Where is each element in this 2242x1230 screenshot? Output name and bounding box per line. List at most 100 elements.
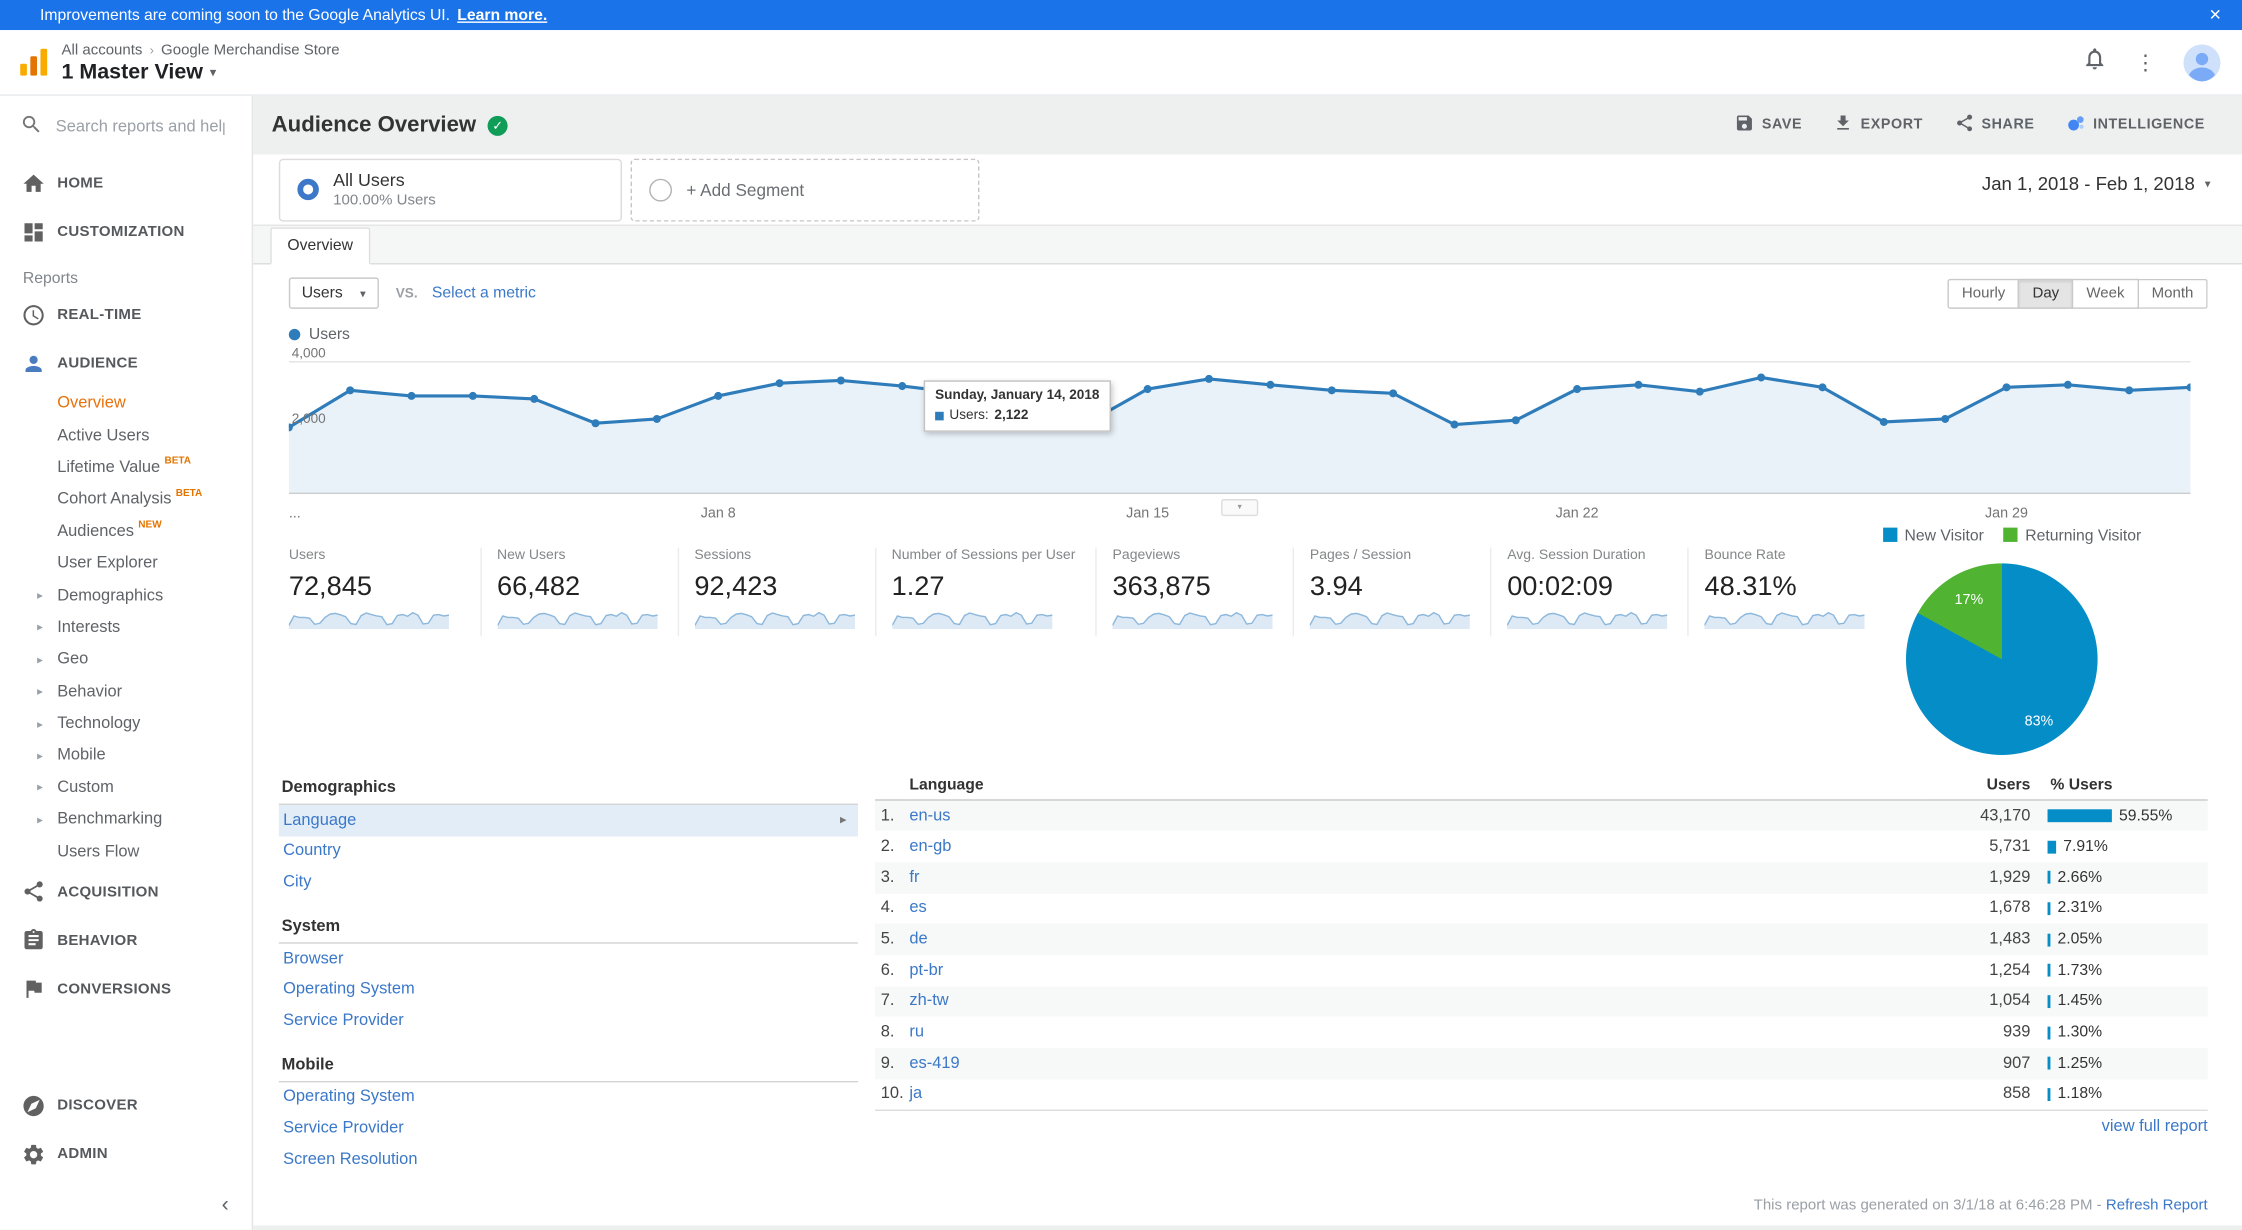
- stat-label[interactable]: Sessions: [694, 548, 854, 564]
- breadcrumb-property[interactable]: Google Merchandise Store: [161, 41, 340, 58]
- column-header-users[interactable]: Users: [1927, 773, 2048, 801]
- stat-label[interactable]: Number of Sessions per User: [892, 548, 1076, 564]
- sidebar-item-mobile[interactable]: ▸ Mobile: [0, 740, 252, 772]
- sidebar-item-user-explorer[interactable]: User Explorer: [0, 548, 252, 580]
- stat-label[interactable]: Bounce Rate: [1705, 548, 1865, 564]
- view-selector[interactable]: 1 Master View ▾: [61, 59, 339, 83]
- banner-close-icon[interactable]: ✕: [2209, 6, 2222, 24]
- granularity-day[interactable]: Day: [2019, 278, 2074, 309]
- export-button[interactable]: EXPORT: [1834, 113, 1923, 137]
- user-avatar[interactable]: [2183, 43, 2221, 81]
- sidebar-item-discover[interactable]: DISCOVER: [0, 1081, 252, 1130]
- date-range-selector[interactable]: Jan 1, 2018 - Feb 1, 2018 ▾: [1982, 173, 2211, 194]
- language-link[interactable]: es-419: [909, 1055, 959, 1072]
- search-input[interactable]: [55, 118, 225, 136]
- pct-bar: [2047, 995, 2051, 1008]
- row-pct: 2.05%: [2047, 924, 2208, 955]
- share-button[interactable]: SHARE: [1954, 113, 2034, 137]
- sidebar-item-overview[interactable]: Overview: [0, 387, 252, 419]
- language-link[interactable]: en-gb: [909, 838, 951, 855]
- sidebar-item-demographics[interactable]: ▸ Demographics: [0, 580, 252, 612]
- refresh-report-link[interactable]: Refresh Report: [2106, 1197, 2208, 1214]
- pie-legend-new-visitor: New Visitor: [1883, 527, 1984, 545]
- all-users-segment[interactable]: All Users 100.00% Users: [278, 157, 622, 221]
- granularity-hourly[interactable]: Hourly: [1947, 278, 2020, 309]
- intelligence-button[interactable]: INTELLIGENCE: [2066, 113, 2205, 137]
- nav-item-screen-resolution[interactable]: Screen Resolution: [279, 1144, 858, 1175]
- legend-label: Returning Visitor: [2025, 527, 2142, 545]
- language-link[interactable]: en-us: [909, 807, 950, 824]
- save-button[interactable]: SAVE: [1735, 113, 1802, 137]
- breadcrumb-all-accounts[interactable]: All accounts: [61, 41, 142, 58]
- sidebar-item-behavior[interactable]: BEHAVIOR: [0, 916, 252, 965]
- sidebar-item-behavior[interactable]: ▸ Behavior: [0, 676, 252, 708]
- row-language: fr: [909, 862, 1927, 893]
- sidebar-item-users-flow[interactable]: Users Flow: [0, 836, 252, 868]
- nav-item-browser[interactable]: Browser: [279, 943, 858, 974]
- sidebar-item-home[interactable]: HOME: [0, 159, 252, 208]
- more-menu-icon[interactable]: ⋮: [2135, 49, 2156, 75]
- sidebar-item-audience[interactable]: AUDIENCE: [0, 339, 252, 388]
- metric-selector-dropdown[interactable]: Users ▾: [288, 277, 379, 309]
- visitor-type-pie-chart[interactable]: 83% 17%: [1905, 563, 2098, 755]
- sidebar-item-technology[interactable]: ▸ Technology: [0, 708, 252, 740]
- select-metric-link[interactable]: Select a metric: [432, 285, 536, 302]
- sidebar-nav: HOME CUSTOMIZATION Reports REAL-TIME AUDIENC…: [0, 159, 252, 1230]
- nav-item-country[interactable]: Country: [279, 836, 858, 867]
- google-analytics-logo-icon[interactable]: [16, 44, 53, 81]
- language-link[interactable]: pt-br: [909, 962, 943, 979]
- nav-item-language[interactable]: Language ▸: [278, 805, 858, 836]
- sidebar-item-benchmarking[interactable]: ▸ Benchmarking: [0, 804, 252, 836]
- sidebar-item-geo[interactable]: ▸ Geo: [0, 644, 252, 676]
- stat-label[interactable]: Users: [289, 548, 460, 564]
- tab-bar: Overview: [253, 225, 2242, 265]
- language-link[interactable]: fr: [909, 869, 919, 886]
- sidebar-item-acquisition[interactable]: ACQUISITION: [0, 868, 252, 917]
- nav-item-operating-system[interactable]: Operating System: [279, 1082, 858, 1113]
- sidebar-item-active-users[interactable]: Active Users: [0, 420, 252, 452]
- add-segment-circle-icon: [649, 178, 673, 201]
- language-link[interactable]: de: [909, 931, 927, 948]
- granularity-week[interactable]: Week: [2073, 278, 2139, 309]
- sidebar-item-interests[interactable]: ▸ Interests: [0, 612, 252, 644]
- language-link[interactable]: es: [909, 900, 926, 917]
- stat-sparkline: [496, 608, 658, 637]
- add-segment-button[interactable]: + Add Segment: [630, 157, 980, 221]
- sidebar-item-customization[interactable]: CUSTOMIZATION: [0, 207, 252, 256]
- sidebar-search[interactable]: [0, 96, 252, 159]
- notifications-icon[interactable]: [2082, 46, 2108, 79]
- sidebar-item-custom[interactable]: ▸ Custom: [0, 772, 252, 804]
- sidebar-item-cohort-analysis[interactable]: Cohort Analysis BETA: [0, 484, 252, 516]
- stat-value: 92,423: [694, 571, 778, 602]
- column-header-pct-users[interactable]: % Users: [2047, 773, 2208, 801]
- language-link[interactable]: ja: [909, 1086, 922, 1103]
- column-header-language[interactable]: Language: [875, 773, 1928, 801]
- sidebar-item-real-time[interactable]: REAL-TIME: [0, 290, 252, 339]
- nav-item-service-provider[interactable]: Service Provider: [279, 1113, 858, 1144]
- language-link[interactable]: ru: [909, 1024, 924, 1041]
- granularity-month[interactable]: Month: [2138, 278, 2208, 309]
- sidebar-item-admin[interactable]: ADMIN: [0, 1130, 252, 1179]
- account-block: All accounts › Google Merchandise Store …: [61, 41, 339, 84]
- stat-label[interactable]: Avg. Session Duration: [1507, 548, 1667, 564]
- nav-item-operating-system[interactable]: Operating System: [279, 974, 858, 1005]
- chart-collapse-toggle[interactable]: ▼: [1221, 499, 1259, 517]
- sidebar-collapse-button[interactable]: ‹: [0, 1178, 252, 1229]
- nav-item-service-provider[interactable]: Service Provider: [279, 1005, 858, 1036]
- intelligence-icon: [2066, 113, 2086, 137]
- sidebar-item-audiences[interactable]: Audiences NEW: [0, 516, 252, 548]
- nav-item-city[interactable]: City: [279, 867, 858, 898]
- row-pct: 1.18%: [2047, 1079, 2208, 1110]
- language-link[interactable]: zh-tw: [909, 993, 948, 1010]
- banner-learn-more-link[interactable]: Learn more.: [457, 6, 547, 23]
- stat-label[interactable]: Pageviews: [1113, 548, 1273, 564]
- stat-label[interactable]: Pages / Session: [1310, 548, 1470, 564]
- view-full-report-link[interactable]: view full report: [875, 1118, 2208, 1135]
- pct-value: 2.31%: [2057, 899, 2103, 918]
- sidebar-item-conversions[interactable]: CONVERSIONS: [0, 965, 252, 1014]
- stat-label[interactable]: New Users: [497, 548, 657, 564]
- tab-overview[interactable]: Overview: [270, 227, 371, 265]
- users-over-time-chart[interactable]: 4,000 2,000 Sunday, January 14, 2018 User…: [284, 345, 2195, 501]
- summary-stats: Users 72,845 New Users 66,482 Sessions 92,423…: [288, 547, 1865, 637]
- sidebar-item-lifetime-value[interactable]: Lifetime Value BETA: [0, 452, 252, 484]
